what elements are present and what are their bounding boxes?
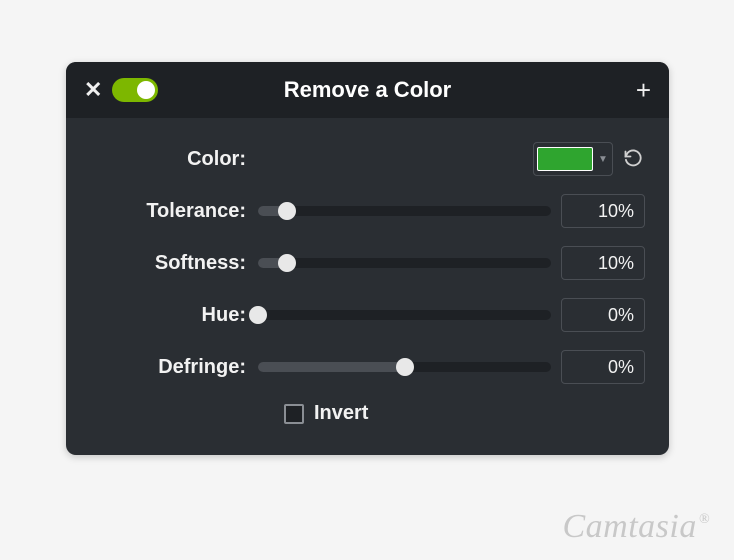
hue-slider[interactable] bbox=[258, 310, 551, 320]
hue-value[interactable]: 0% bbox=[561, 298, 645, 332]
panel-body: Color: ▼ Tolerance: 10% bbox=[66, 118, 669, 455]
tolerance-row: Tolerance: 10% bbox=[90, 194, 645, 228]
softness-label: Softness: bbox=[90, 252, 252, 275]
watermark: Camtasia® bbox=[563, 508, 711, 546]
tolerance-value[interactable]: 10% bbox=[561, 194, 645, 228]
registered-icon: ® bbox=[699, 512, 710, 528]
defringe-label: Defringe: bbox=[90, 356, 252, 379]
tolerance-slider[interactable] bbox=[258, 206, 551, 216]
plus-icon[interactable]: + bbox=[636, 75, 651, 106]
chevron-down-icon: ▼ bbox=[593, 154, 609, 165]
slider-thumb[interactable] bbox=[278, 202, 296, 220]
toggle-knob bbox=[137, 81, 155, 99]
enable-toggle[interactable] bbox=[112, 78, 158, 102]
reset-icon[interactable] bbox=[621, 147, 645, 171]
color-swatch bbox=[537, 147, 593, 171]
softness-value[interactable]: 10% bbox=[561, 246, 645, 280]
invert-label: Invert bbox=[314, 402, 368, 425]
hue-label: Hue: bbox=[90, 304, 252, 327]
watermark-text: Camtasia bbox=[563, 508, 697, 546]
invert-checkbox[interactable] bbox=[284, 404, 304, 424]
panel-title: Remove a Color bbox=[284, 77, 452, 103]
color-well[interactable]: ▼ bbox=[533, 142, 613, 176]
color-controls: ▼ bbox=[533, 142, 645, 176]
tolerance-label: Tolerance: bbox=[90, 200, 252, 223]
slider-thumb[interactable] bbox=[278, 254, 296, 272]
invert-row: Invert bbox=[90, 402, 645, 425]
defringe-slider[interactable] bbox=[258, 362, 551, 372]
slider-thumb[interactable] bbox=[249, 306, 267, 324]
panel-header: ✕ Remove a Color + bbox=[66, 62, 669, 118]
hue-row: Hue: 0% bbox=[90, 298, 645, 332]
color-row: Color: ▼ bbox=[90, 142, 645, 176]
softness-row: Softness: 10% bbox=[90, 246, 645, 280]
softness-slider[interactable] bbox=[258, 258, 551, 268]
color-label: Color: bbox=[90, 148, 252, 171]
defringe-value[interactable]: 0% bbox=[561, 350, 645, 384]
slider-thumb[interactable] bbox=[396, 358, 414, 376]
defringe-row: Defringe: 0% bbox=[90, 350, 645, 384]
remove-color-panel: ✕ Remove a Color + Color: ▼ bbox=[66, 62, 669, 455]
slider-fill bbox=[258, 362, 405, 372]
close-icon[interactable]: ✕ bbox=[84, 77, 102, 103]
